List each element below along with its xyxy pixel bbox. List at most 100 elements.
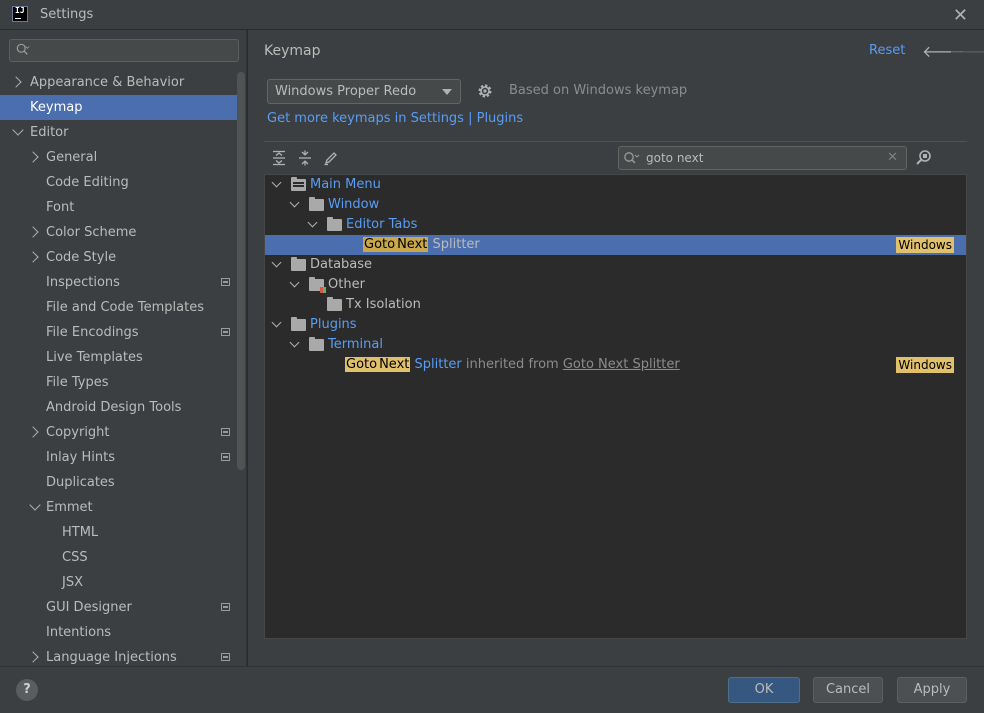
close-icon[interactable]: ✕ — [953, 5, 968, 26]
chevron-down-icon[interactable] — [289, 337, 300, 348]
tree-node-database[interactable]: Database — [265, 255, 966, 275]
sidebar-scrollbar[interactable] — [237, 72, 245, 470]
reset-link[interactable]: Reset — [869, 43, 905, 58]
sidebar-item-copyright[interactable]: Copyright — [0, 420, 237, 445]
expand-all-icon[interactable] — [271, 150, 287, 166]
based-on-label: Based on Windows keymap — [509, 83, 688, 98]
sidebar-item-file-code-templates[interactable]: File and Code Templates — [0, 295, 237, 320]
tree-node-label: Terminal — [328, 337, 383, 352]
sidebar-item-gui-designer[interactable]: GUI Designer — [0, 595, 237, 620]
sidebar-item-label: Language Injections — [46, 650, 177, 665]
sidebar-item-inlay-hints[interactable]: Inlay Hints — [0, 445, 237, 470]
shortcut-badge: Windows — [896, 357, 954, 373]
sidebar-item-label: File Encodings — [46, 325, 139, 340]
page-title: Keymap — [264, 43, 321, 59]
sidebar-item-file-encodings[interactable]: File Encodings — [0, 320, 237, 345]
chevron-right-icon[interactable] — [27, 426, 39, 438]
sidebar-item-label: Inlay Hints — [46, 450, 115, 465]
action-row-terminal-goto-next-splitter[interactable]: Goto Next Splitter inherited from Goto Ne… — [265, 355, 966, 375]
sidebar-item-inspections[interactable]: Inspections — [0, 270, 237, 295]
folder-icon — [309, 337, 324, 351]
chevron-right-icon[interactable] — [27, 251, 39, 263]
sidebar-item-emmet[interactable]: Emmet — [0, 495, 237, 520]
sidebar-item-label: Appearance & Behavior — [30, 75, 185, 90]
chevron-right-icon[interactable] — [10, 76, 22, 88]
action-search-input[interactable] — [646, 150, 876, 166]
sidebar-item-appearance-behavior[interactable]: Appearance & Behavior — [0, 70, 237, 95]
chevron-down-icon[interactable] — [12, 124, 24, 136]
tree-node-tx-isolation[interactable]: Tx Isolation — [265, 295, 966, 315]
sidebar-item-color-scheme[interactable]: Color Scheme — [0, 220, 237, 245]
sidebar-item-label: File and Code Templates — [46, 300, 204, 315]
sidebar-item-code-style[interactable]: Code Style — [0, 245, 237, 270]
chevron-right-icon[interactable] — [27, 226, 39, 238]
sidebar-item-keymap[interactable]: Keymap — [0, 95, 237, 120]
sidebar-item-label: CSS — [62, 550, 88, 565]
help-icon[interactable]: ? — [16, 679, 38, 701]
match-highlight: Next — [378, 357, 411, 372]
tree-node-window[interactable]: Window — [265, 195, 966, 215]
tree-node-plugins[interactable]: Plugins — [265, 315, 966, 335]
apply-button[interactable]: Apply — [897, 677, 967, 703]
action-row-goto-next-splitter[interactable]: Goto Next Splitter Windows — [265, 235, 966, 255]
sidebar-item-language-injections[interactable]: Language Injections — [0, 645, 237, 666]
sidebar-item-label: Live Templates — [46, 350, 143, 365]
inherited-action-link[interactable]: Goto Next Splitter — [563, 357, 680, 372]
dialog-footer: ? OK Cancel Apply — [0, 666, 984, 713]
edit-pencil-icon[interactable] — [323, 150, 339, 166]
project-settings-icon — [221, 653, 230, 661]
tree-node-main-menu[interactable]: Main Menu — [265, 175, 966, 195]
cancel-button[interactable]: Cancel — [813, 677, 883, 703]
sidebar-item-live-templates[interactable]: Live Templates — [0, 345, 237, 370]
collapse-all-icon[interactable] — [297, 150, 313, 166]
sidebar-item-css[interactable]: CSS — [0, 545, 237, 570]
sidebar-item-file-types[interactable]: File Types — [0, 370, 237, 395]
folder-icon — [291, 317, 306, 331]
chevron-down-icon[interactable] — [271, 317, 282, 328]
menu-folder-icon — [291, 177, 306, 191]
tree-node-editor-tabs[interactable]: Editor Tabs — [265, 215, 966, 235]
keymap-dropdown[interactable]: Windows Proper Redo — [267, 79, 461, 104]
sidebar-item-android-design-tools[interactable]: Android Design Tools — [0, 395, 237, 420]
settings-tree: Appearance & Behavior Keymap Editor Gene… — [0, 70, 237, 666]
sidebar-item-jsx[interactable]: JSX — [0, 570, 237, 595]
chevron-down-icon[interactable] — [289, 277, 300, 288]
sidebar-item-label: Inspections — [46, 275, 120, 290]
sidebar-search-input[interactable] — [9, 39, 239, 62]
sidebar-item-duplicates[interactable]: Duplicates — [0, 470, 237, 495]
project-settings-icon — [221, 603, 230, 611]
tree-node-label: Window — [328, 197, 380, 212]
chevron-down-icon[interactable] — [29, 499, 41, 511]
sidebar-item-label: GUI Designer — [46, 600, 132, 615]
sidebar-item-label: Android Design Tools — [46, 400, 182, 415]
chevron-down-icon[interactable] — [307, 217, 318, 228]
tree-node-terminal[interactable]: Terminal — [265, 335, 966, 355]
chevron-down-icon[interactable] — [289, 197, 300, 208]
forward-arrow-icon[interactable]: 🡒 — [949, 41, 984, 61]
find-by-shortcut-icon[interactable] — [915, 149, 933, 167]
other-folder-icon — [309, 277, 326, 293]
tree-node-other[interactable]: Other — [265, 275, 966, 295]
clear-icon[interactable]: ✕ — [887, 150, 898, 165]
get-more-keymaps-link[interactable]: Get more keymaps in Settings | Plugins — [267, 111, 523, 126]
sidebar-item-font[interactable]: Font — [0, 195, 237, 220]
chevron-down-icon[interactable] — [271, 257, 282, 268]
match-highlight: Next — [396, 237, 429, 252]
sidebar-item-editor[interactable]: Editor — [0, 120, 237, 145]
chevron-right-icon[interactable] — [27, 651, 39, 663]
gear-icon[interactable] — [476, 82, 494, 100]
sidebar-item-general[interactable]: General — [0, 145, 237, 170]
sidebar-item-code-editing[interactable]: Code Editing — [0, 170, 237, 195]
sidebar-item-html[interactable]: HTML — [0, 520, 237, 545]
shortcut-badge: Windows — [896, 237, 954, 253]
sidebar-item-label: Emmet — [46, 500, 93, 515]
sidebar-item-label: Duplicates — [46, 475, 115, 490]
chevron-right-icon[interactable] — [27, 151, 39, 163]
sidebar-item-label: File Types — [46, 375, 109, 390]
chevron-down-icon[interactable] — [271, 177, 282, 188]
action-label-rest: Splitter — [428, 237, 480, 252]
action-search-field[interactable]: ✕ — [618, 146, 907, 170]
tree-node-label: Main Menu — [310, 177, 381, 192]
ok-button[interactable]: OK — [728, 677, 800, 703]
sidebar-item-intentions[interactable]: Intentions — [0, 620, 237, 645]
